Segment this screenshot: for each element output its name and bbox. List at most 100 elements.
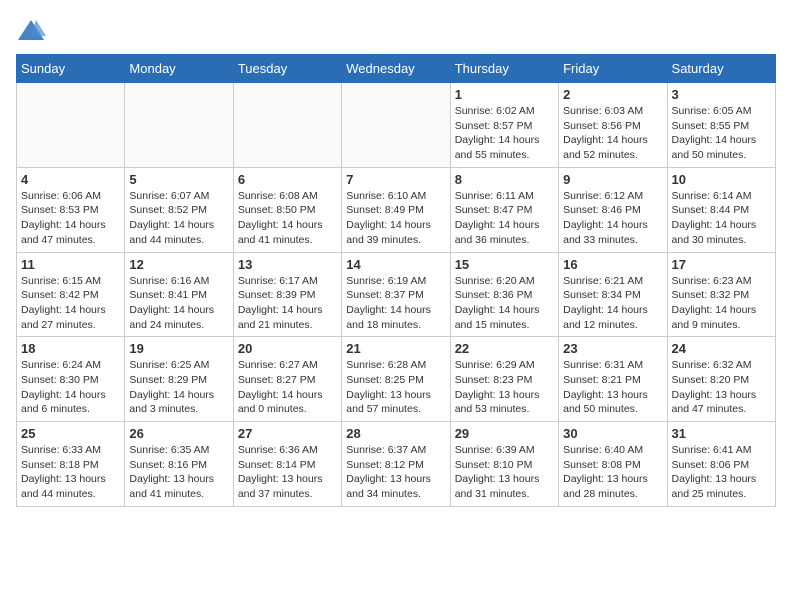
calendar-day-cell: 20 Sunrise: 6:27 AM Sunset: 8:27 PM Dayli… [233,337,341,422]
day-number: 21 [346,341,445,356]
day-info: Sunrise: 6:40 AM Sunset: 8:08 PM Dayligh… [563,443,662,502]
day-number: 18 [21,341,120,356]
day-info: Sunrise: 6:12 AM Sunset: 8:46 PM Dayligh… [563,189,662,248]
day-number: 3 [672,87,771,102]
day-info: Sunrise: 6:21 AM Sunset: 8:34 PM Dayligh… [563,274,662,333]
day-info: Sunrise: 6:10 AM Sunset: 8:49 PM Dayligh… [346,189,445,248]
calendar-weekday-header: Monday [125,55,233,83]
calendar-day-cell: 17 Sunrise: 6:23 AM Sunset: 8:32 PM Dayli… [667,252,775,337]
day-number: 8 [455,172,554,187]
day-info: Sunrise: 6:07 AM Sunset: 8:52 PM Dayligh… [129,189,228,248]
day-info: Sunrise: 6:06 AM Sunset: 8:53 PM Dayligh… [21,189,120,248]
calendar-day-cell [342,83,450,168]
day-info: Sunrise: 6:20 AM Sunset: 8:36 PM Dayligh… [455,274,554,333]
calendar-day-cell [233,83,341,168]
calendar-week-row: 18 Sunrise: 6:24 AM Sunset: 8:30 PM Dayli… [17,337,776,422]
calendar-header-row: SundayMondayTuesdayWednesdayThursdayFrid… [17,55,776,83]
calendar-day-cell: 10 Sunrise: 6:14 AM Sunset: 8:44 PM Dayli… [667,167,775,252]
calendar-day-cell: 8 Sunrise: 6:11 AM Sunset: 8:47 PM Daylig… [450,167,558,252]
day-number: 29 [455,426,554,441]
day-number: 27 [238,426,337,441]
day-number: 25 [21,426,120,441]
calendar-day-cell: 19 Sunrise: 6:25 AM Sunset: 8:29 PM Dayli… [125,337,233,422]
logo [16,16,50,46]
calendar-table: SundayMondayTuesdayWednesdayThursdayFrid… [16,54,776,507]
calendar-day-cell: 27 Sunrise: 6:36 AM Sunset: 8:14 PM Dayli… [233,422,341,507]
day-info: Sunrise: 6:36 AM Sunset: 8:14 PM Dayligh… [238,443,337,502]
day-number: 30 [563,426,662,441]
day-number: 17 [672,257,771,272]
calendar-day-cell: 30 Sunrise: 6:40 AM Sunset: 8:08 PM Dayli… [559,422,667,507]
day-number: 12 [129,257,228,272]
day-info: Sunrise: 6:08 AM Sunset: 8:50 PM Dayligh… [238,189,337,248]
calendar-day-cell: 3 Sunrise: 6:05 AM Sunset: 8:55 PM Daylig… [667,83,775,168]
calendar-day-cell: 24 Sunrise: 6:32 AM Sunset: 8:20 PM Dayli… [667,337,775,422]
day-info: Sunrise: 6:37 AM Sunset: 8:12 PM Dayligh… [346,443,445,502]
calendar-weekday-header: Thursday [450,55,558,83]
day-info: Sunrise: 6:31 AM Sunset: 8:21 PM Dayligh… [563,358,662,417]
calendar-day-cell: 26 Sunrise: 6:35 AM Sunset: 8:16 PM Dayli… [125,422,233,507]
day-info: Sunrise: 6:39 AM Sunset: 8:10 PM Dayligh… [455,443,554,502]
calendar-day-cell: 31 Sunrise: 6:41 AM Sunset: 8:06 PM Dayli… [667,422,775,507]
day-number: 7 [346,172,445,187]
calendar-weekday-header: Saturday [667,55,775,83]
calendar-day-cell [17,83,125,168]
calendar-day-cell: 16 Sunrise: 6:21 AM Sunset: 8:34 PM Dayli… [559,252,667,337]
day-number: 28 [346,426,445,441]
day-info: Sunrise: 6:23 AM Sunset: 8:32 PM Dayligh… [672,274,771,333]
logo-icon [16,16,46,46]
day-number: 23 [563,341,662,356]
calendar-weekday-header: Friday [559,55,667,83]
day-info: Sunrise: 6:11 AM Sunset: 8:47 PM Dayligh… [455,189,554,248]
day-info: Sunrise: 6:02 AM Sunset: 8:57 PM Dayligh… [455,104,554,163]
calendar-day-cell: 6 Sunrise: 6:08 AM Sunset: 8:50 PM Daylig… [233,167,341,252]
day-info: Sunrise: 6:35 AM Sunset: 8:16 PM Dayligh… [129,443,228,502]
calendar-day-cell: 12 Sunrise: 6:16 AM Sunset: 8:41 PM Dayli… [125,252,233,337]
day-number: 9 [563,172,662,187]
day-info: Sunrise: 6:15 AM Sunset: 8:42 PM Dayligh… [21,274,120,333]
day-info: Sunrise: 6:05 AM Sunset: 8:55 PM Dayligh… [672,104,771,163]
day-info: Sunrise: 6:27 AM Sunset: 8:27 PM Dayligh… [238,358,337,417]
day-number: 5 [129,172,228,187]
day-info: Sunrise: 6:33 AM Sunset: 8:18 PM Dayligh… [21,443,120,502]
calendar-day-cell: 18 Sunrise: 6:24 AM Sunset: 8:30 PM Dayli… [17,337,125,422]
day-number: 20 [238,341,337,356]
day-number: 1 [455,87,554,102]
day-number: 4 [21,172,120,187]
calendar-week-row: 1 Sunrise: 6:02 AM Sunset: 8:57 PM Daylig… [17,83,776,168]
day-info: Sunrise: 6:16 AM Sunset: 8:41 PM Dayligh… [129,274,228,333]
day-number: 26 [129,426,228,441]
calendar-day-cell: 23 Sunrise: 6:31 AM Sunset: 8:21 PM Dayli… [559,337,667,422]
day-number: 31 [672,426,771,441]
calendar-day-cell: 14Sunrise: 6:19 AM Sunset: 8:37 PM Dayli… [342,252,450,337]
day-number: 15 [455,257,554,272]
day-number: 10 [672,172,771,187]
calendar-day-cell: 21Sunrise: 6:28 AM Sunset: 8:25 PM Dayli… [342,337,450,422]
day-info: Sunrise: 6:32 AM Sunset: 8:20 PM Dayligh… [672,358,771,417]
calendar-day-cell: 4 Sunrise: 6:06 AM Sunset: 8:53 PM Daylig… [17,167,125,252]
day-info: Sunrise: 6:24 AM Sunset: 8:30 PM Dayligh… [21,358,120,417]
day-info: Sunrise: 6:14 AM Sunset: 8:44 PM Dayligh… [672,189,771,248]
day-number: 14 [346,257,445,272]
day-number: 16 [563,257,662,272]
calendar-weekday-header: Sunday [17,55,125,83]
calendar-day-cell: 25 Sunrise: 6:33 AM Sunset: 8:18 PM Dayli… [17,422,125,507]
day-info: Sunrise: 6:03 AM Sunset: 8:56 PM Dayligh… [563,104,662,163]
calendar-week-row: 4 Sunrise: 6:06 AM Sunset: 8:53 PM Daylig… [17,167,776,252]
calendar-day-cell: 11 Sunrise: 6:15 AM Sunset: 8:42 PM Dayli… [17,252,125,337]
day-number: 11 [21,257,120,272]
calendar-week-row: 25 Sunrise: 6:33 AM Sunset: 8:18 PM Dayli… [17,422,776,507]
day-number: 2 [563,87,662,102]
calendar-week-row: 11 Sunrise: 6:15 AM Sunset: 8:42 PM Dayli… [17,252,776,337]
day-info: Sunrise: 6:41 AM Sunset: 8:06 PM Dayligh… [672,443,771,502]
calendar-day-cell [125,83,233,168]
day-number: 22 [455,341,554,356]
day-number: 24 [672,341,771,356]
day-number: 6 [238,172,337,187]
calendar-day-cell: 5 Sunrise: 6:07 AM Sunset: 8:52 PM Daylig… [125,167,233,252]
day-info: Sunrise: 6:29 AM Sunset: 8:23 PM Dayligh… [455,358,554,417]
calendar-day-cell: 13Sunrise: 6:17 AM Sunset: 8:39 PM Dayli… [233,252,341,337]
day-number: 19 [129,341,228,356]
day-info: Sunrise: 6:25 AM Sunset: 8:29 PM Dayligh… [129,358,228,417]
calendar-day-cell: 29 Sunrise: 6:39 AM Sunset: 8:10 PM Dayli… [450,422,558,507]
